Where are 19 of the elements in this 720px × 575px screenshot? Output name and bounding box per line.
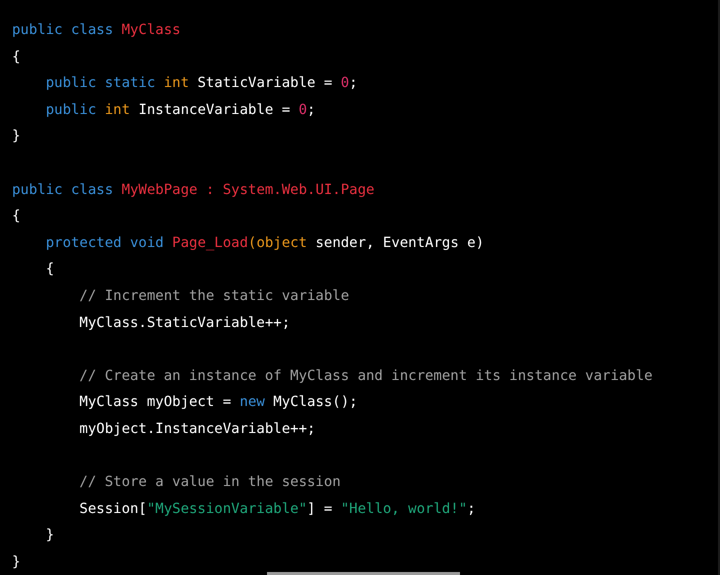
code-line: { [12,48,20,67]
code-line: protected void Page_Load(object sender, EventArgs e) [44,234,484,253]
code-line: { [12,207,20,226]
code-line: myObject.InstanceVariable++; [78,420,316,439]
code-line: // Create an instance of MyClass and increment its instance variable [78,366,653,386]
code-line: public class MyWebPage : System.Web.UI.Page [12,180,374,200]
code-line: public class MyClass [12,21,181,40]
code-line: // Increment the static variable [78,286,350,306]
code-line: public int InstanceVariable = 0; [44,100,316,120]
code-line: } [12,127,20,146]
code-line: } [12,552,20,572]
code-line: MyClass.StaticVariable++; [78,314,290,333]
code-line: public static int StaticVariable = 0; [44,74,358,94]
code-line: MyClass myObject = new MyClass(); [78,393,358,412]
code-line: // Store a value in the session [78,473,341,492]
code-line: { [44,260,54,280]
code-line: } [44,526,54,546]
code-line: Session["MySessionVariable"] = "Hello, world!"; [78,500,476,519]
scroll-bar[interactable] [267,572,460,575]
